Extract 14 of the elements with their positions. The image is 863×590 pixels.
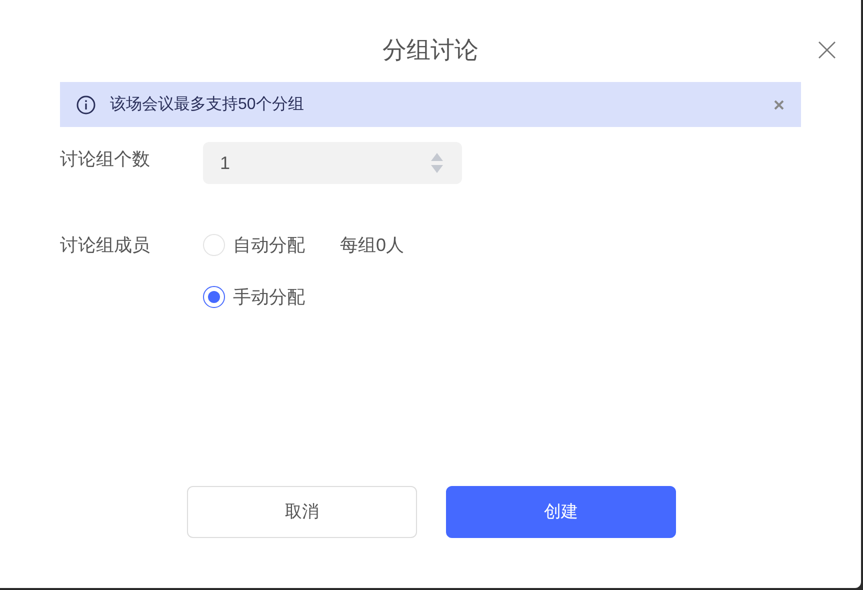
info-icon (76, 94, 96, 114)
radio-option[interactable]: 手动分配 (203, 284, 305, 310)
dialog-title: 分组讨论 (382, 36, 478, 66)
create-button[interactable]: 创建 (446, 486, 676, 538)
close-icon[interactable] (817, 40, 837, 60)
stepper-icon[interactable] (430, 151, 444, 175)
cancel-button[interactable]: 取消 (187, 486, 417, 538)
notice-text: 该场会议最多支持50个分组 (110, 94, 304, 114)
field-label: 讨论组个数 (60, 148, 151, 171)
number-field[interactable]: 1 (203, 142, 462, 184)
radio-option[interactable]: 自动分配 (203, 232, 305, 258)
field-label: 讨论组成员 (60, 234, 151, 257)
per-group-count: 每组0人 (340, 234, 404, 256)
close-icon[interactable] (773, 98, 785, 110)
